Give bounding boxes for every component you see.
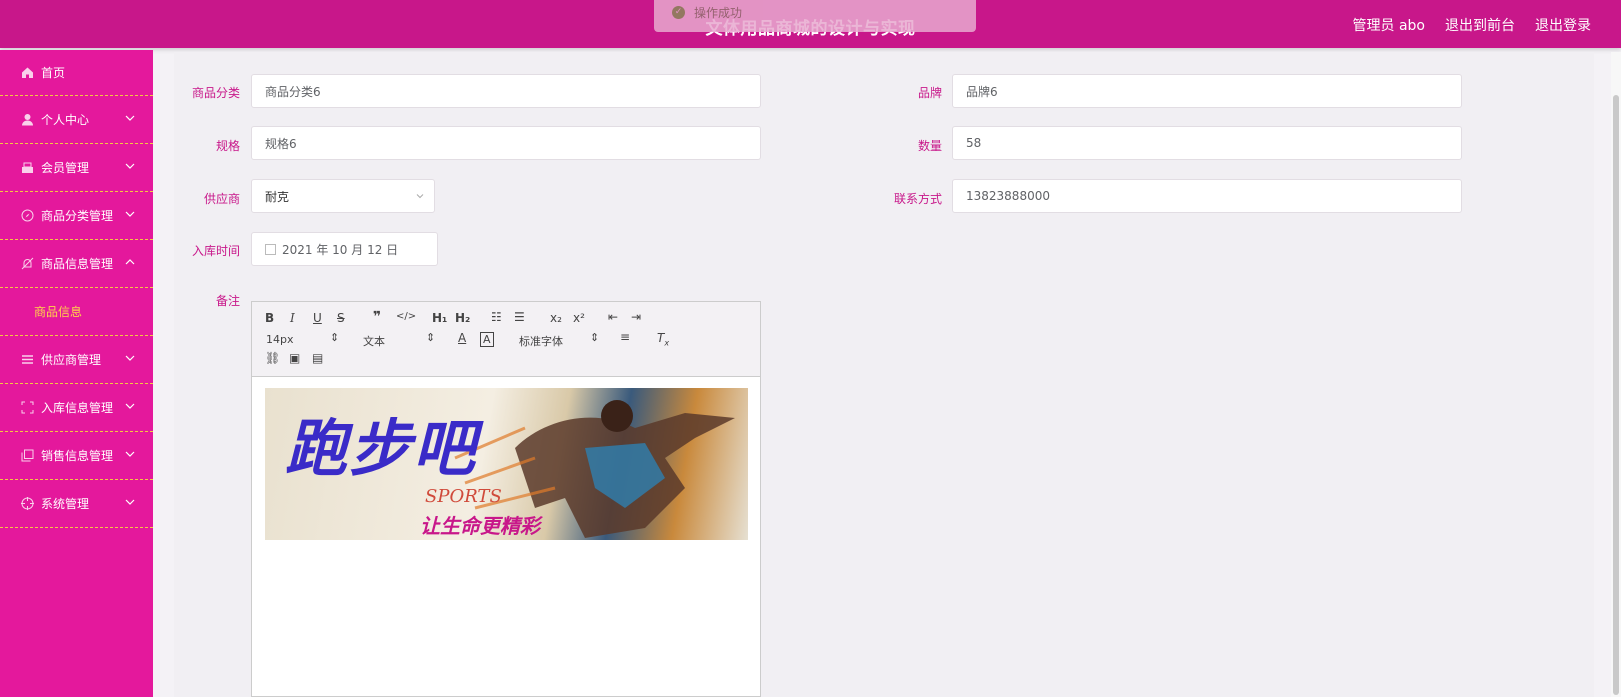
link-icon[interactable]: ⛓ bbox=[265, 351, 280, 365]
editor-toolbar: B I U S ❞ </> H₁ H₂ ☷ ☰ x₂ x² ⇤ ⇥ 14px ⇕… bbox=[252, 302, 760, 377]
logout-link[interactable]: 退出登录 bbox=[1535, 15, 1591, 35]
no-bell-icon bbox=[20, 257, 34, 271]
contact-field[interactable]: 13823888000 bbox=[952, 179, 1462, 213]
exit-to-frontend-link[interactable]: 退出到前台 bbox=[1445, 15, 1515, 35]
chevron-down-icon bbox=[125, 451, 135, 457]
sidebar-subitem-goods-info[interactable]: 商品信息 bbox=[0, 288, 153, 336]
quantity-label: 数量 bbox=[917, 139, 942, 153]
chevron-down-icon bbox=[125, 355, 135, 361]
banner-main-text: 跑步吧 bbox=[285, 412, 478, 485]
sidebar-item-label: 入库信息管理 bbox=[41, 401, 114, 415]
sidebar-item-system[interactable]: 系统管理 bbox=[0, 480, 153, 528]
banner-slogan-text: 让生命更精彩 bbox=[420, 514, 540, 538]
spec-label: 规格 bbox=[215, 139, 240, 153]
fullscreen-icon bbox=[20, 401, 34, 415]
top-links: 管理员 abo 退出到前台 退出登录 bbox=[1353, 15, 1591, 35]
stock-in-date-picker[interactable]: 2021 年 10 月 12 日 bbox=[251, 232, 438, 266]
sidebar-item-personal[interactable]: 个人中心 bbox=[0, 96, 153, 144]
sidebar-item-home[interactable]: 首页 bbox=[0, 50, 153, 96]
sidebar-item-label: 销售信息管理 bbox=[41, 449, 114, 463]
heading1-icon[interactable]: H₁ bbox=[432, 311, 447, 325]
chevron-down-icon bbox=[125, 403, 135, 409]
check-circle-icon: ✓ bbox=[672, 6, 685, 19]
sidebar-item-category[interactable]: 商品分类管理 bbox=[0, 192, 153, 240]
background-color-icon[interactable]: A bbox=[480, 332, 494, 347]
sidebar-item-label: 系统管理 bbox=[41, 497, 90, 511]
sidebar-item-members[interactable]: 会员管理 bbox=[0, 144, 153, 192]
align-icon[interactable]: ≡ bbox=[620, 330, 630, 344]
sidebar-item-label: 商品信息管理 bbox=[41, 257, 114, 271]
superscript-icon[interactable]: x² bbox=[573, 311, 585, 325]
strikethrough-icon[interactable]: S bbox=[337, 311, 345, 325]
chevron-down-icon bbox=[125, 115, 135, 121]
remark-editor[interactable]: B I U S ❞ </> H₁ H₂ ☷ ☰ x₂ x² ⇤ ⇥ 14px ⇕… bbox=[251, 301, 761, 697]
font-color-icon[interactable]: A bbox=[458, 331, 466, 345]
header-select[interactable]: 文本 bbox=[363, 333, 385, 349]
date-value: 2021 年 10 月 12 日 bbox=[282, 242, 399, 257]
indent-icon[interactable]: ⇥ bbox=[631, 310, 641, 324]
supplier-select[interactable]: 耐克 bbox=[251, 179, 435, 213]
chevron-up-icon bbox=[125, 259, 135, 265]
chevron-down-icon bbox=[125, 499, 135, 505]
banner-sports-text: SPORTS bbox=[425, 486, 502, 507]
font-size-select[interactable]: 14px bbox=[266, 333, 294, 346]
toast-message: 操作成功 bbox=[694, 6, 743, 20]
contact-label: 联系方式 bbox=[893, 192, 942, 206]
admin-user-link[interactable]: 管理员 abo bbox=[1353, 15, 1425, 35]
spec-field[interactable]: 规格6 bbox=[251, 126, 761, 160]
sidebar-item-stock-in[interactable]: 入库信息管理 bbox=[0, 384, 153, 432]
blockquote-icon[interactable]: ❞ bbox=[373, 309, 381, 325]
category-label: 商品分类 bbox=[191, 86, 240, 100]
sidebar-item-label: 首页 bbox=[41, 66, 66, 80]
sports-banner-image: 跑步吧 SPORTS 让生命更精彩 bbox=[265, 388, 748, 540]
code-block-icon[interactable]: </> bbox=[396, 311, 416, 322]
video-icon[interactable]: ▤ bbox=[312, 351, 323, 365]
target-icon bbox=[20, 497, 34, 511]
bullet-list-icon[interactable]: ☰ bbox=[514, 310, 525, 324]
brand-field[interactable]: 品牌6 bbox=[952, 74, 1462, 108]
scrollbar-thumb[interactable] bbox=[1613, 95, 1619, 695]
sidebar-item-label: 供应商管理 bbox=[41, 353, 102, 367]
top-bar: 文体用品商城的设计与实现 ✓ 操作成功 管理员 abo 退出到前台 退出登录 bbox=[0, 0, 1621, 48]
sort-icon: ⇕ bbox=[330, 331, 340, 344]
ordered-list-icon[interactable]: ☷ bbox=[491, 310, 502, 324]
sidebar-item-goods[interactable]: 商品信息管理 bbox=[0, 240, 153, 288]
brand-label: 品牌 bbox=[917, 86, 942, 100]
members-icon bbox=[20, 161, 34, 175]
subscript-icon[interactable]: x₂ bbox=[550, 311, 562, 325]
sort-icon: ⇕ bbox=[590, 331, 600, 344]
sidebar-item-label: 会员管理 bbox=[41, 161, 90, 175]
remark-label: 备注 bbox=[215, 294, 240, 308]
quantity-field[interactable]: 58 bbox=[952, 126, 1462, 160]
stock-in-date-label: 入库时间 bbox=[191, 244, 240, 258]
sort-icon: ⇕ bbox=[426, 331, 436, 344]
sidebar-item-supplier[interactable]: 供应商管理 bbox=[0, 336, 153, 384]
italic-icon[interactable]: I bbox=[290, 311, 295, 325]
underline-icon[interactable]: U bbox=[313, 311, 322, 325]
chevron-down-icon bbox=[416, 194, 424, 199]
font-family-select[interactable]: 标准字体 bbox=[519, 333, 563, 349]
supplier-label: 供应商 bbox=[203, 192, 240, 206]
success-toast: ✓ 操作成功 bbox=[654, 0, 976, 32]
chevron-down-icon bbox=[125, 211, 135, 217]
compass-icon bbox=[20, 209, 34, 223]
bold-icon[interactable]: B bbox=[265, 311, 274, 325]
image-icon[interactable]: ▣ bbox=[289, 351, 300, 365]
supplier-select-value: 耐克 bbox=[265, 189, 290, 204]
copy-icon bbox=[20, 449, 34, 463]
sidebar-item-label: 个人中心 bbox=[41, 113, 90, 127]
sidebar: 首页 个人中心 会员管理 商品分类管理 商品信息管理 商品信息 供应商管理 入库… bbox=[0, 50, 153, 697]
sidebar-item-sales[interactable]: 销售信息管理 bbox=[0, 432, 153, 480]
user-icon bbox=[20, 113, 34, 127]
outdent-icon[interactable]: ⇤ bbox=[608, 310, 618, 324]
sidebar-item-label: 商品分类管理 bbox=[41, 209, 114, 223]
heading2-icon[interactable]: H₂ bbox=[455, 311, 470, 325]
clear-format-icon[interactable]: Tx bbox=[657, 331, 669, 347]
home-icon bbox=[20, 66, 34, 80]
chevron-down-icon bbox=[125, 163, 135, 169]
category-field[interactable]: 商品分类6 bbox=[251, 74, 761, 108]
list-icon bbox=[20, 353, 34, 367]
calendar-icon bbox=[265, 243, 276, 255]
